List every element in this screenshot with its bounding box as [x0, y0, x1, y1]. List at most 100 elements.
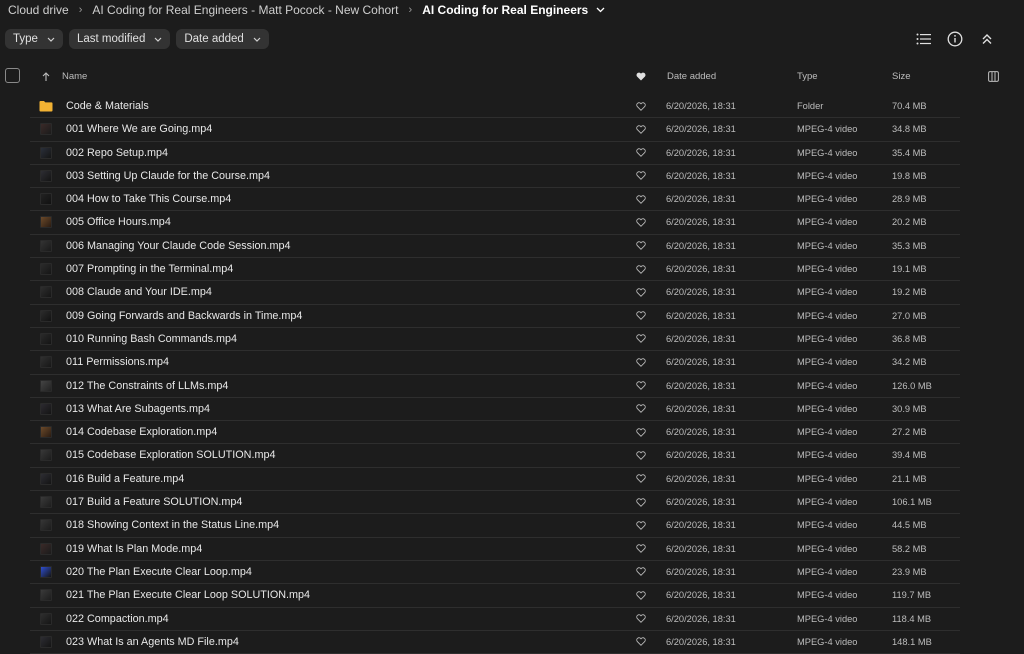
file-name[interactable]: 023 What Is an Agents MD File.mp4: [66, 631, 239, 653]
table-row[interactable]: Code & Materials 6/20/2026, 18:31 Folder…: [30, 95, 960, 119]
heart-outline-icon[interactable]: [636, 305, 646, 327]
file-name[interactable]: 005 Office Hours.mp4: [66, 211, 171, 233]
file-type: MPEG-4 video: [797, 380, 858, 391]
table-row[interactable]: 015 Codebase Exploration SOLUTION.mp4 6/…: [30, 444, 960, 468]
table-row[interactable]: 019 What Is Plan Mode.mp4 6/20/2026, 18:…: [30, 538, 960, 561]
file-name[interactable]: 011 Permissions.mp4: [66, 351, 169, 373]
table-row[interactable]: 012 The Constraints of LLMs.mp4 6/20/202…: [30, 375, 960, 398]
column-header-size[interactable]: Size: [892, 64, 910, 89]
file-name[interactable]: 017 Build a Feature SOLUTION.mp4: [66, 491, 242, 513]
breadcrumb-current-folder[interactable]: AI Coding for Real Engineers: [422, 3, 588, 17]
file-name[interactable]: 013 What Are Subagents.mp4: [66, 398, 210, 420]
heart-outline-icon[interactable]: [636, 514, 646, 536]
table-row[interactable]: 001 Where We are Going.mp4 6/20/2026, 18…: [30, 118, 960, 142]
file-size: 27.2 MB: [892, 427, 927, 438]
file-name[interactable]: 007 Prompting in the Terminal.mp4: [66, 258, 233, 280]
collapse-icon[interactable]: [978, 30, 996, 48]
table-row[interactable]: 017 Build a Feature SOLUTION.mp4 6/20/20…: [30, 491, 960, 515]
breadcrumb-cloud-drive[interactable]: Cloud drive: [8, 3, 69, 17]
file-name[interactable]: 008 Claude and Your IDE.mp4: [66, 281, 212, 303]
chevron-down-icon[interactable]: [596, 7, 605, 13]
file-name[interactable]: 012 The Constraints of LLMs.mp4: [66, 375, 228, 397]
table-row[interactable]: 006 Managing Your Claude Code Session.mp…: [30, 235, 960, 259]
file-type: MPEG-4 video: [797, 636, 858, 647]
file-name[interactable]: 010 Running Bash Commands.mp4: [66, 328, 237, 350]
heart-outline-icon[interactable]: [636, 538, 646, 560]
table-row[interactable]: 003 Setting Up Claude for the Course.mp4…: [30, 165, 960, 189]
filter-last-modified-dropdown[interactable]: Last modified: [68, 29, 171, 49]
table-row[interactable]: 016 Build a Feature.mp4 6/20/2026, 18:31…: [30, 468, 960, 492]
heart-outline-icon[interactable]: [636, 188, 646, 210]
heart-outline-icon[interactable]: [636, 584, 646, 606]
table-row[interactable]: 014 Codebase Exploration.mp4 6/20/2026, …: [30, 421, 960, 445]
table-row[interactable]: 021 The Plan Execute Clear Loop SOLUTION…: [30, 584, 960, 608]
file-name[interactable]: 016 Build a Feature.mp4: [66, 468, 184, 490]
table-header: Name Date added Type Size: [0, 64, 1024, 89]
file-name[interactable]: 006 Managing Your Claude Code Session.mp…: [66, 235, 291, 257]
table-row[interactable]: 005 Office Hours.mp4 6/20/2026, 18:31 MP…: [30, 211, 960, 235]
heart-outline-icon[interactable]: [636, 608, 646, 630]
column-settings-icon[interactable]: [988, 64, 999, 89]
file-date-added: 6/20/2026, 18:31: [666, 543, 736, 554]
heart-outline-icon[interactable]: [636, 142, 646, 164]
heart-outline-icon[interactable]: [636, 118, 646, 140]
table-row[interactable]: 008 Claude and Your IDE.mp4 6/20/2026, 1…: [30, 281, 960, 305]
heart-filled-icon[interactable]: [636, 64, 646, 89]
column-header-name[interactable]: Name: [62, 64, 87, 89]
heart-outline-icon[interactable]: [636, 235, 646, 257]
filter-type-dropdown[interactable]: Type: [5, 29, 63, 49]
list-view-icon[interactable]: [914, 30, 932, 48]
heart-outline-icon[interactable]: [636, 444, 646, 466]
file-name[interactable]: 022 Compaction.mp4: [66, 608, 169, 630]
file-name[interactable]: 018 Showing Context in the Status Line.m…: [66, 514, 279, 536]
info-icon[interactable]: [946, 30, 964, 48]
heart-outline-icon[interactable]: [636, 281, 646, 303]
file-name[interactable]: 001 Where We are Going.mp4: [66, 118, 212, 140]
file-name[interactable]: Code & Materials: [66, 95, 149, 117]
table-row[interactable]: 013 What Are Subagents.mp4 6/20/2026, 18…: [30, 398, 960, 422]
heart-outline-icon[interactable]: [636, 328, 646, 350]
heart-outline-icon[interactable]: [636, 468, 646, 490]
table-row[interactable]: 002 Repo Setup.mp4 6/20/2026, 18:31 MPEG…: [30, 142, 960, 165]
video-thumbnail-icon: [40, 239, 52, 252]
file-name[interactable]: 014 Codebase Exploration.mp4: [66, 421, 217, 443]
file-name[interactable]: 015 Codebase Exploration SOLUTION.mp4: [66, 444, 275, 466]
table-row[interactable]: 009 Going Forwards and Backwards in Time…: [30, 305, 960, 328]
file-name[interactable]: 002 Repo Setup.mp4: [66, 142, 168, 164]
table-row[interactable]: 004 How to Take This Course.mp4 6/20/202…: [30, 188, 960, 212]
column-header-type[interactable]: Type: [797, 64, 818, 89]
table-row[interactable]: 023 What Is an Agents MD File.mp4 6/20/2…: [30, 631, 960, 654]
table-row[interactable]: 022 Compaction.mp4 6/20/2026, 18:31 MPEG…: [30, 608, 960, 631]
filter-date-added-dropdown[interactable]: Date added: [176, 29, 269, 49]
heart-outline-icon[interactable]: [636, 351, 646, 373]
table-row[interactable]: 007 Prompting in the Terminal.mp4 6/20/2…: [30, 258, 960, 282]
video-thumbnail-icon: [40, 449, 52, 462]
select-all-checkbox[interactable]: [5, 68, 20, 83]
table-row[interactable]: 010 Running Bash Commands.mp4 6/20/2026,…: [30, 328, 960, 352]
heart-outline-icon[interactable]: [636, 165, 646, 187]
heart-outline-icon[interactable]: [636, 561, 646, 583]
heart-outline-icon[interactable]: [636, 398, 646, 420]
file-date-added: 6/20/2026, 18:31: [666, 194, 736, 205]
file-name[interactable]: 019 What Is Plan Mode.mp4: [66, 538, 202, 560]
file-date-added: 6/20/2026, 18:31: [666, 170, 736, 181]
file-name[interactable]: 020 The Plan Execute Clear Loop.mp4: [66, 561, 252, 583]
file-name[interactable]: 003 Setting Up Claude for the Course.mp4: [66, 165, 270, 187]
table-row[interactable]: 018 Showing Context in the Status Line.m…: [30, 514, 960, 538]
table-row[interactable]: 011 Permissions.mp4 6/20/2026, 18:31 MPE…: [30, 351, 960, 375]
heart-outline-icon[interactable]: [636, 421, 646, 443]
file-type: MPEG-4 video: [797, 124, 858, 135]
breadcrumb-parent-folder[interactable]: AI Coding for Real Engineers - Matt Poco…: [92, 3, 398, 17]
heart-outline-icon[interactable]: [636, 491, 646, 513]
heart-outline-icon[interactable]: [636, 211, 646, 233]
table-row[interactable]: 020 The Plan Execute Clear Loop.mp4 6/20…: [30, 561, 960, 585]
file-name[interactable]: 021 The Plan Execute Clear Loop SOLUTION…: [66, 584, 310, 606]
column-header-date-added[interactable]: Date added: [667, 64, 716, 89]
file-name[interactable]: 009 Going Forwards and Backwards in Time…: [66, 305, 302, 327]
file-name[interactable]: 004 How to Take This Course.mp4: [66, 188, 231, 210]
sort-arrow-up-icon[interactable]: [42, 64, 50, 89]
heart-outline-icon[interactable]: [636, 258, 646, 280]
heart-outline-icon[interactable]: [636, 631, 646, 653]
heart-outline-icon[interactable]: [636, 375, 646, 397]
heart-outline-icon[interactable]: [636, 95, 646, 117]
